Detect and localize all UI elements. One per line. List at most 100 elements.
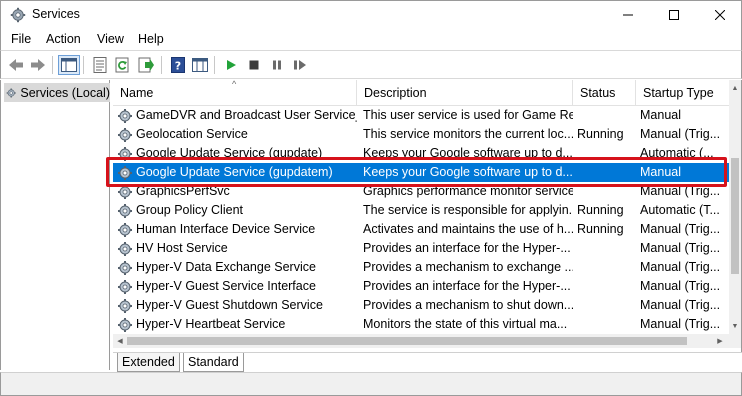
vertical-scrollbar[interactable]: ▲ ▼ [729,80,741,346]
scroll-up-icon[interactable]: ▲ [729,82,741,94]
restart-service-icon [294,60,306,70]
table-row[interactable]: Geolocation Service This service monitors… [113,125,729,144]
table-row[interactable]: Google Update Service (gupdate) Keeps you… [113,144,729,163]
table-row[interactable]: HV Host Service Provides an interface for… [113,239,729,258]
forward-button[interactable] [27,55,49,75]
help-button[interactable]: ? [167,55,189,75]
column-header-status-label: Status [580,86,616,100]
show-hide-action-pane-icon [192,58,208,72]
minimize-button[interactable] [605,1,651,29]
scrollbar-corner [729,334,741,348]
list-header: ^ Name Description Status Startup Type [113,79,729,106]
service-name: GraphicsPerfSvc [136,184,230,198]
service-status [577,296,635,315]
table-row[interactable]: Hyper-V Data Exchange Service Provides a … [113,258,729,277]
service-name: Geolocation Service [136,127,248,141]
table-row[interactable]: Human Interface Device Service Activates … [113,220,729,239]
column-header-name-label: Name [120,86,154,100]
column-header-status[interactable]: Status [573,80,636,106]
service-name: GameDVR and Broadcast User Service_1... [136,108,357,122]
column-header-description[interactable]: Description [357,80,573,106]
show-hide-tree-icon [61,58,77,72]
service-description: Provides an interface for the Hyper-... [363,279,571,293]
export-list-button[interactable] [135,55,157,75]
restart-service-button[interactable] [289,55,311,75]
list-rows: GameDVR and Broadcast User Service_1... T… [113,106,729,344]
tab-standard[interactable]: Standard [183,353,244,372]
service-startup-type: Manual (Trig... [640,127,721,141]
menu-help[interactable]: Help [138,32,164,46]
properties-icon [93,57,107,73]
service-startup-type: Manual (Trig... [640,184,721,198]
service-gear-icon [117,222,133,238]
close-button[interactable] [697,1,742,29]
service-name-cell: Group Policy Client [117,201,357,220]
service-name-cell: Hyper-V Guest Service Interface [117,277,357,296]
properties-button[interactable] [89,55,111,75]
service-description: Activates and maintains the use of h... [363,222,573,236]
table-row[interactable]: Hyper-V Guest Service Interface Provides … [113,277,729,296]
start-service-button[interactable] [220,55,242,75]
table-row[interactable]: GraphicsPerfSvc Graphics performance moni… [113,182,729,201]
gear-icon [10,7,26,23]
pause-service-button[interactable] [266,55,288,75]
refresh-icon [115,57,129,73]
refresh-button[interactable] [112,55,134,75]
scroll-left-icon[interactable]: ◀ [113,334,127,348]
pause-service-icon [273,60,281,70]
service-name-cell: GameDVR and Broadcast User Service_1... [117,106,357,125]
show-hide-tree-button[interactable] [58,55,80,75]
column-header-name[interactable]: Name [113,80,357,106]
toolbar-separator [214,56,215,74]
service-description: Provides a mechanism to exchange ... [363,260,573,274]
service-status [577,239,635,258]
tab-extended[interactable]: Extended [117,353,180,372]
toolbar: ? [0,50,742,79]
service-name-cell: Hyper-V Heartbeat Service [117,315,357,334]
service-startup-type: Manual (Trig... [640,241,721,255]
service-name-cell: Human Interface Device Service [117,220,357,239]
horizontal-scroll-thumb[interactable] [127,337,687,345]
window-title: Services [32,7,80,21]
service-gear-icon [117,127,133,143]
maximize-button[interactable] [651,1,697,29]
service-gear-icon [117,165,133,181]
service-gear-icon [117,108,133,124]
horizontal-scrollbar[interactable]: ◀ ▶ [113,334,729,348]
service-gear-icon [117,317,133,333]
vertical-scroll-thumb[interactable] [731,158,739,274]
column-header-startup-type[interactable]: Startup Type [636,80,729,106]
service-description: Monitors the state of this virtual ma... [363,317,568,331]
service-gear-icon [117,298,133,314]
scroll-down-icon[interactable]: ▼ [729,320,741,332]
menu-action[interactable]: Action [46,32,81,46]
services-list: ^ Name Description Status Startup Type G… [113,79,742,370]
service-description: The service is responsible for applyin..… [363,203,573,217]
service-name: Hyper-V Guest Shutdown Service [136,298,323,312]
menu-view[interactable]: View [97,32,124,46]
service-gear-icon [117,279,133,295]
table-row[interactable]: GameDVR and Broadcast User Service_1... T… [113,106,729,125]
table-row[interactable]: Hyper-V Heartbeat Service Monitors the st… [113,315,729,334]
stop-service-button[interactable] [243,55,265,75]
column-header-description-label: Description [364,86,427,100]
menu-file[interactable]: File [11,32,31,46]
service-status: Running [577,127,624,141]
service-gear-icon [117,241,133,257]
service-description: This user service is used for Game Re... [363,108,573,122]
back-button[interactable] [5,55,27,75]
table-row-selected[interactable]: Google Update Service (gupdatem) Keeps yo… [113,163,729,182]
show-hide-action-pane-button[interactable] [189,55,211,75]
service-description: Graphics performance monitor service [363,184,573,198]
table-row[interactable]: Hyper-V Guest Shutdown Service Provides a… [113,296,729,315]
tree-item-label: Services (Local) [20,85,110,100]
service-startup-type: Automatic (... [640,146,714,160]
service-status [577,277,635,296]
service-name-cell: HV Host Service [117,239,357,258]
service-description: This service monitors the current loc... [363,127,573,141]
table-row[interactable]: Group Policy Client The service is respon… [113,201,729,220]
service-status: Running [577,203,624,217]
gear-icon [6,87,16,98]
scroll-right-icon[interactable]: ▶ [713,334,727,348]
tree-item-services-local[interactable]: Services (Local) [4,83,110,102]
